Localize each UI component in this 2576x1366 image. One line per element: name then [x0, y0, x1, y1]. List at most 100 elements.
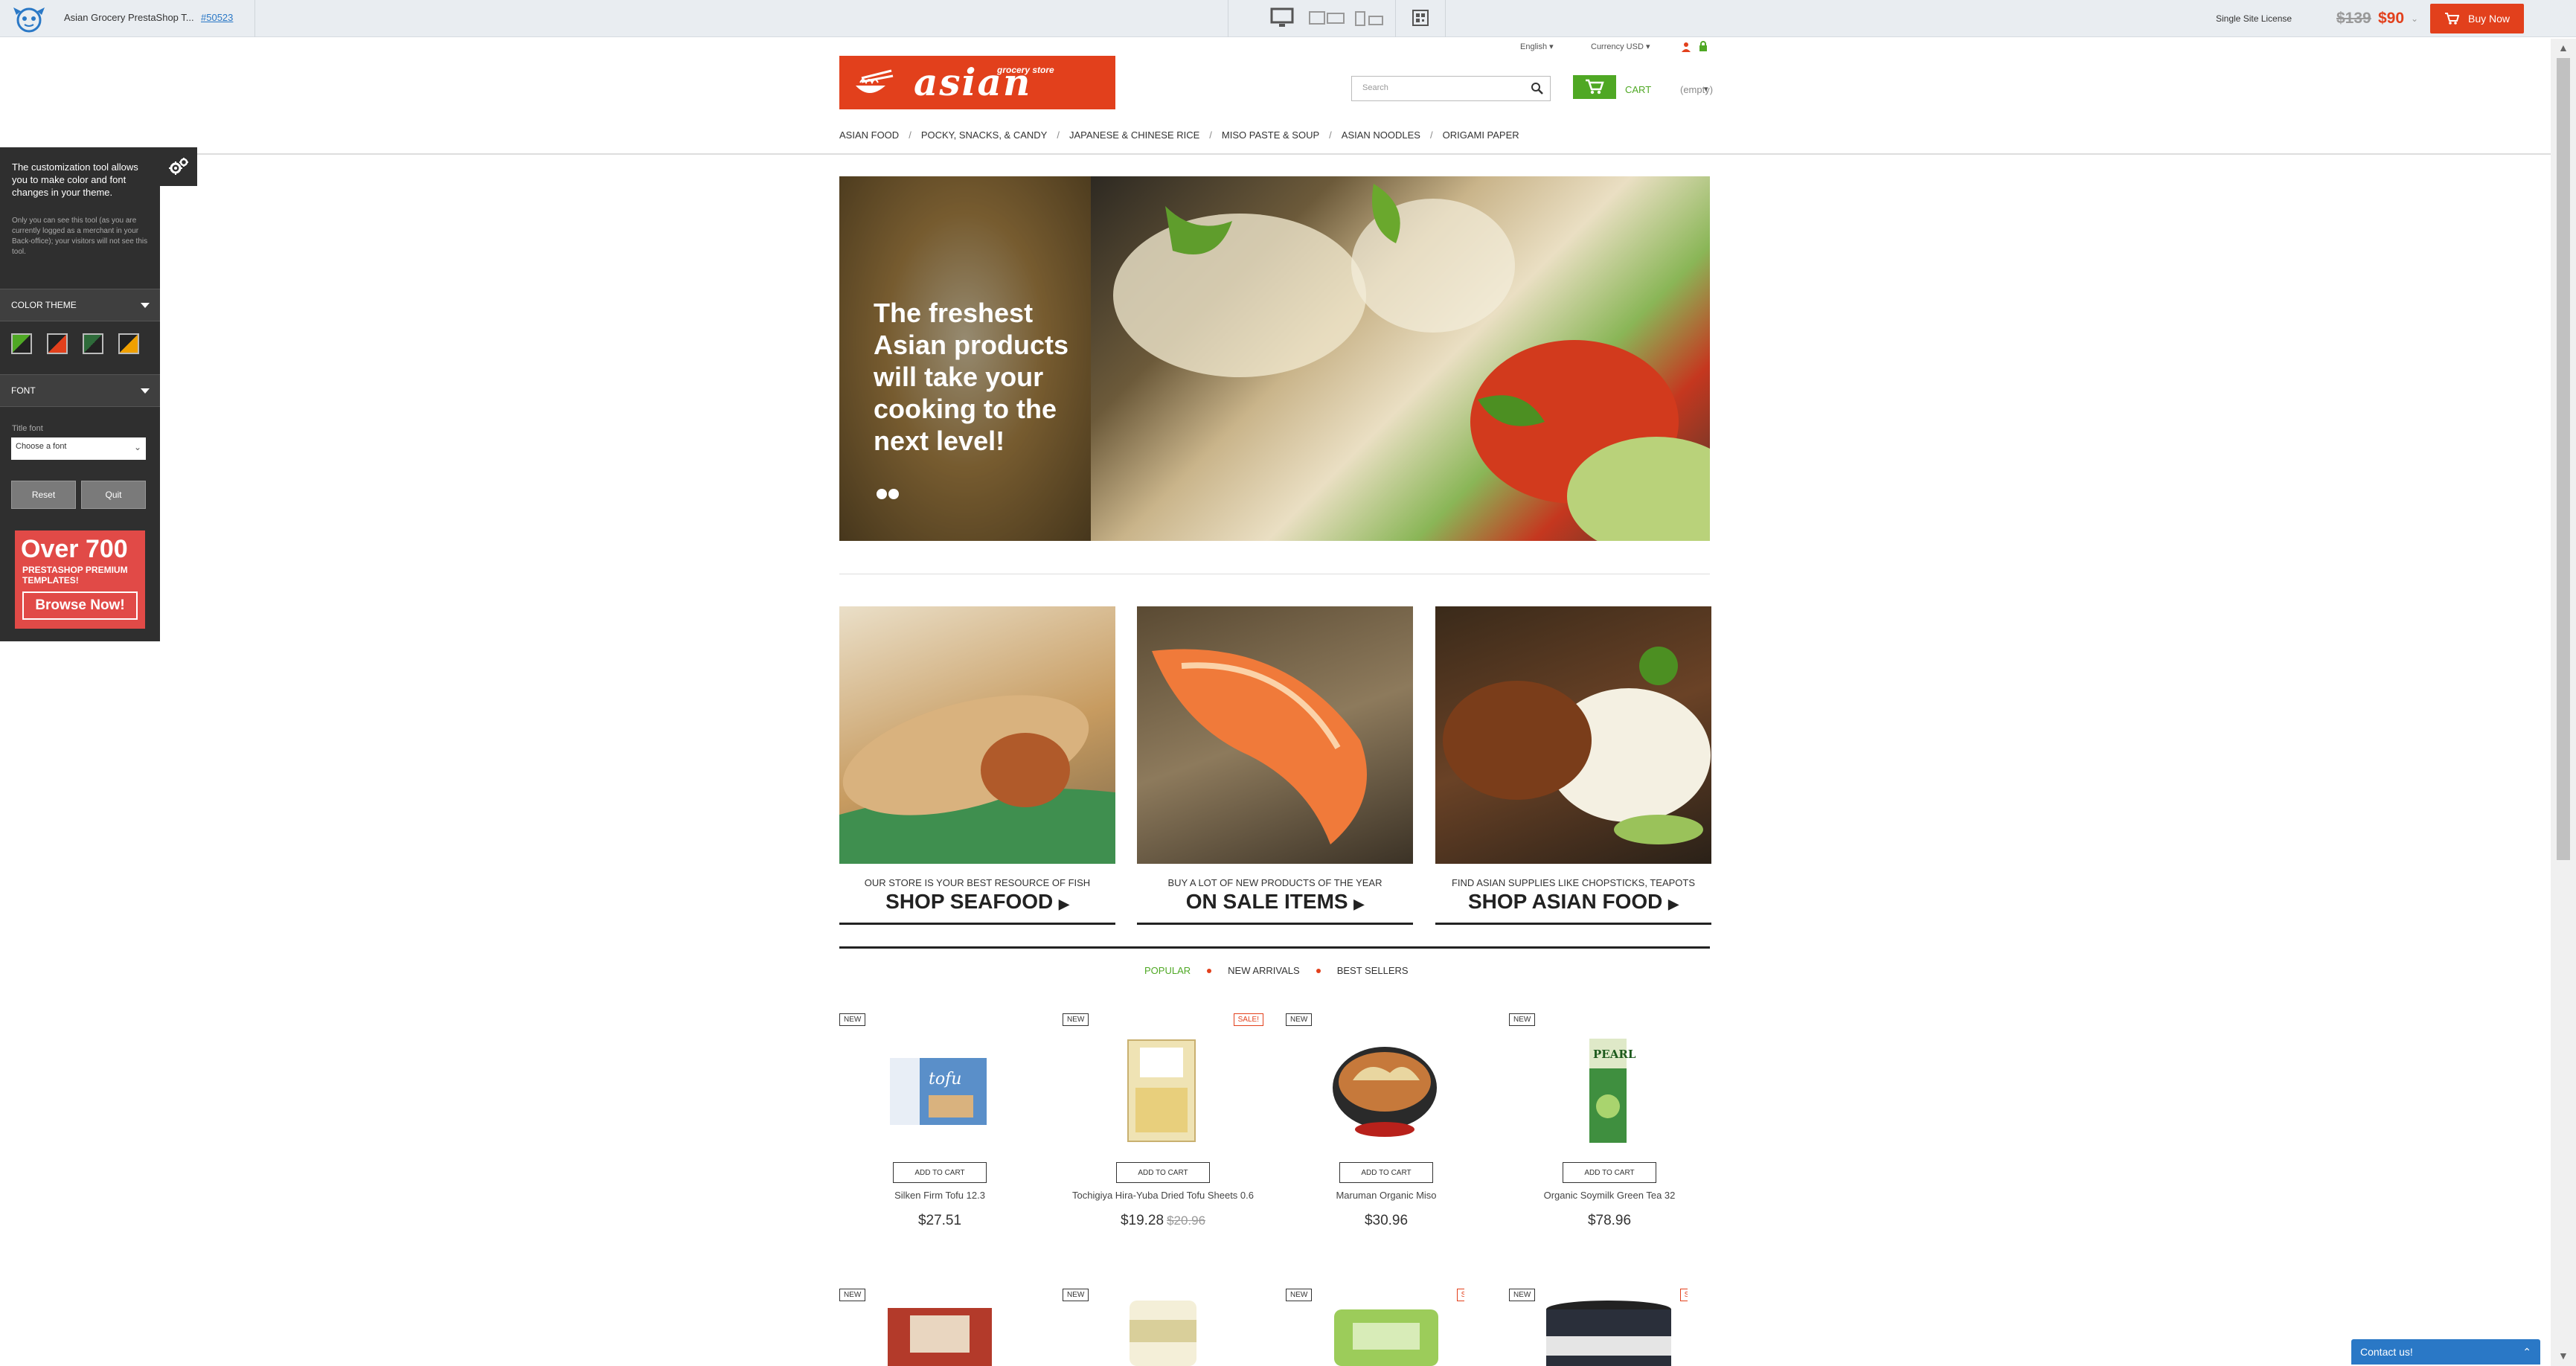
- color-swatch-orange[interactable]: [47, 333, 68, 354]
- yuba-product-image[interactable]: [1107, 1036, 1216, 1144]
- add-to-cart-button[interactable]: ADD TO CART: [893, 1162, 987, 1183]
- product-card[interactable]: NEW: [839, 1289, 1018, 1366]
- divider: [254, 0, 255, 37]
- cart-button[interactable]: [1573, 75, 1616, 99]
- templatemonster-logo-icon[interactable]: [10, 4, 48, 33]
- language-selector[interactable]: English ▾: [1520, 42, 1554, 51]
- cart-label[interactable]: CART: [1625, 84, 1651, 95]
- color-theme-toggle[interactable]: COLOR THEME: [0, 289, 160, 321]
- asian-food-image: [1435, 606, 1711, 864]
- customizer-toggle[interactable]: [160, 147, 197, 186]
- product-image[interactable]: [1543, 1299, 1674, 1366]
- seafood-graphic: [839, 695, 1115, 864]
- desktop-view-icon[interactable]: [1270, 7, 1294, 28]
- product-image[interactable]: [884, 1305, 996, 1366]
- currency-selector[interactable]: Currency USD ▾: [1591, 42, 1650, 51]
- add-to-cart-button[interactable]: ADD TO CART: [1563, 1162, 1656, 1183]
- product-name[interactable]: Maruman Organic Miso: [1286, 1189, 1487, 1202]
- scrollbar[interactable]: ▲ ▼: [2551, 39, 2576, 1366]
- product-price: $27.51: [839, 1213, 1040, 1229]
- lock-icon[interactable]: [1698, 41, 1708, 52]
- scroll-down-icon[interactable]: ▼: [2558, 1350, 2569, 1362]
- reset-button[interactable]: Reset: [11, 481, 76, 509]
- color-swatch-darkgreen[interactable]: [83, 333, 103, 354]
- promo-headline: Over 700: [21, 535, 128, 563]
- nav-item-noodles[interactable]: ASIAN NOODLES: [1342, 129, 1420, 141]
- demo-topbar: Asian Grocery PrestaShop T... #50523 Sin…: [0, 0, 2576, 37]
- add-to-cart-button[interactable]: ADD TO CART: [1116, 1162, 1210, 1183]
- sale-badge: SALE!: [1233, 1013, 1263, 1026]
- nav-item-rice[interactable]: JAPANESE & CHINESE RICE: [1069, 129, 1199, 141]
- product-image[interactable]: [1330, 1304, 1442, 1366]
- section-divider: [839, 946, 1710, 949]
- banner-asian-food[interactable]: FIND ASIAN SUPPLIES LIKE CHOPSTICKS, TEA…: [1435, 606, 1711, 925]
- slider-dot[interactable]: [888, 489, 899, 499]
- product-name[interactable]: Organic Soymilk Green Tea 32: [1509, 1189, 1710, 1202]
- store-logo[interactable]: asian grocery store: [839, 56, 1115, 109]
- customization-panel: The customization tool allows you to mak…: [0, 147, 160, 641]
- chevron-down-icon[interactable]: ⌄: [2411, 13, 2418, 24]
- color-swatch-yellow[interactable]: [118, 333, 139, 354]
- price-value: $30.96: [1364, 1213, 1409, 1228]
- search-input[interactable]: Search: [1362, 83, 1388, 92]
- tab-separator: [1316, 968, 1321, 973]
- tablet-view-icon[interactable]: [1308, 7, 1345, 28]
- nav-item-origami[interactable]: ORIGAMI PAPER: [1443, 129, 1519, 141]
- product-card[interactable]: NEW SALE!: [1286, 1289, 1464, 1366]
- product-image[interactable]: [1122, 1298, 1204, 1366]
- qr-code-icon[interactable]: [1412, 7, 1429, 28]
- tab-new-arrivals[interactable]: NEW ARRIVALS: [1228, 965, 1300, 976]
- banner-title[interactable]: ON SALE ITEMS ▶: [1137, 890, 1413, 914]
- new-badge: NEW: [1063, 1289, 1089, 1301]
- product-card[interactable]: NEW: [1063, 1289, 1241, 1366]
- font-toggle[interactable]: FONT: [0, 374, 160, 407]
- nav-item-miso[interactable]: MISO PASTE & SOUP: [1222, 129, 1319, 141]
- banner-seafood[interactable]: OUR STORE IS YOUR BEST RESOURCE OF FISH …: [839, 606, 1115, 925]
- add-to-cart-button[interactable]: ADD TO CART: [1339, 1162, 1433, 1183]
- product-card[interactable]: NEW SALE!: [1509, 1289, 1688, 1366]
- new-badge: NEW: [839, 1013, 866, 1026]
- miso-product-image[interactable]: [1330, 1036, 1439, 1144]
- scroll-up-icon[interactable]: ▲: [2558, 42, 2569, 54]
- font-select[interactable]: Choose a font ⌄: [11, 437, 146, 460]
- search-icon[interactable]: [1531, 82, 1544, 95]
- cart-icon: [1586, 79, 1604, 94]
- promo-subtext: PRESTASHOP PREMIUM TEMPLATES!: [22, 565, 128, 586]
- product-price: $30.96: [1286, 1213, 1487, 1229]
- hero-slider[interactable]: The freshest Asian products will take yo…: [839, 176, 1710, 541]
- nav-item-pocky-snacks[interactable]: POCKY, SNACKS, & CANDY: [921, 129, 1048, 141]
- banner-underline: [839, 923, 1115, 925]
- tofu-product-image[interactable]: tofu: [884, 1036, 993, 1144]
- product-name[interactable]: Tochigiya Hira-Yuba Dried Tofu Sheets 0.…: [1063, 1189, 1263, 1202]
- template-id-link[interactable]: #50523: [201, 12, 233, 23]
- product-name[interactable]: Silken Firm Tofu 12.3: [839, 1189, 1040, 1202]
- contact-us-button[interactable]: Contact us! ⌃: [2351, 1339, 2540, 1365]
- banner-title[interactable]: SHOP ASIAN FOOD ▶: [1435, 890, 1711, 914]
- tab-best-sellers[interactable]: BEST SELLERS: [1337, 965, 1409, 976]
- new-badge: NEW: [1509, 1289, 1536, 1301]
- color-swatch-green[interactable]: [11, 333, 32, 354]
- hero-image-right: [1091, 176, 1710, 541]
- hero-headline: The freshest Asian products will take yo…: [874, 298, 1069, 456]
- banner-title[interactable]: SHOP SEAFOOD ▶: [839, 890, 1115, 914]
- license-type[interactable]: Single Site License: [2216, 13, 2292, 24]
- quit-button[interactable]: Quit: [81, 481, 146, 509]
- promo-banner[interactable]: Over 700 PRESTASHOP PREMIUM TEMPLATES! B…: [15, 530, 145, 629]
- banner-on-sale[interactable]: BUY A LOT OF NEW PRODUCTS OF THE YEAR ON…: [1137, 606, 1413, 925]
- contact-us-label: Contact us!: [2360, 1346, 2413, 1358]
- nav-item-asian-food[interactable]: ASIAN FOOD: [839, 129, 899, 141]
- banner-subtitle: FIND ASIAN SUPPLIES LIKE CHOPSTICKS, TEA…: [1451, 877, 1696, 888]
- svg-text:PEARL: PEARL: [1593, 1048, 1636, 1061]
- chevron-down-icon[interactable]: ▾: [1704, 84, 1708, 94]
- slider-dot-active[interactable]: [877, 489, 887, 499]
- cart-icon: [2444, 13, 2459, 25]
- tab-popular[interactable]: POPULAR: [1144, 965, 1191, 976]
- soymilk-product-image[interactable]: PEARL: [1554, 1036, 1662, 1144]
- user-icon[interactable]: [1680, 42, 1692, 52]
- browse-now-button[interactable]: Browse Now!: [22, 591, 138, 620]
- banner-title-text: SHOP ASIAN FOOD: [1468, 890, 1663, 913]
- buy-now-button[interactable]: Buy Now: [2430, 4, 2524, 33]
- banner-subtitle: BUY A LOT OF NEW PRODUCTS OF THE YEAR: [1167, 877, 1382, 888]
- scrollbar-thumb[interactable]: [2557, 58, 2570, 860]
- mobile-view-icon[interactable]: [1353, 7, 1385, 28]
